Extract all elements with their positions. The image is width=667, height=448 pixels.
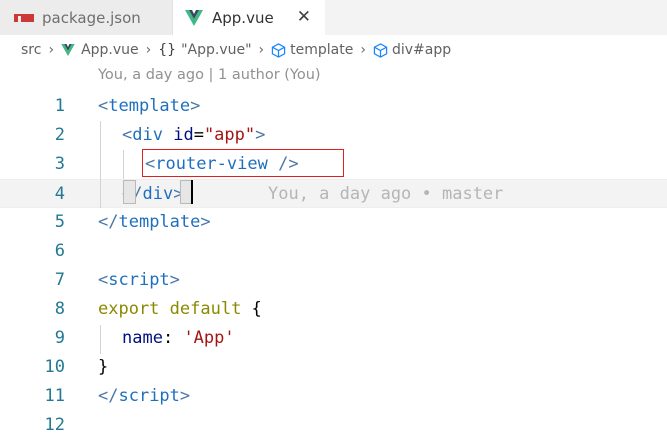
breadcrumb-element[interactable]: div#app: [392, 42, 451, 58]
git-blame-annotation: You, a day ago • master: [268, 184, 504, 204]
chevron-right-icon: ›: [145, 42, 152, 58]
line-number: 9: [54, 328, 65, 348]
line-number: 2: [54, 125, 65, 145]
breadcrumb-folder[interactable]: src: [21, 42, 41, 58]
breadcrumb-component[interactable]: "App.vue": [181, 42, 251, 58]
chevron-right-icon: ›: [48, 42, 55, 58]
git-codelens[interactable]: You, a day ago | 1 author (You): [98, 67, 321, 83]
code-line[interactable]: 1 <template>: [0, 92, 667, 121]
code-line[interactable]: 8 export default {: [0, 295, 667, 324]
chevron-right-icon: ›: [258, 42, 265, 58]
cube-icon: [271, 42, 286, 58]
line-number: 5: [54, 212, 65, 232]
vue-icon: [185, 9, 203, 26]
editor-tab-bar: package.json App.vue ✕: [0, 0, 667, 35]
breadcrumb-file[interactable]: App.vue: [81, 42, 139, 58]
line-number: 1: [54, 96, 65, 116]
line-text: }: [98, 357, 109, 377]
line-text: <script>: [98, 270, 180, 290]
line-number: 6: [54, 241, 65, 261]
code-line[interactable]: 10 }: [0, 353, 667, 382]
chevron-right-icon: ›: [360, 42, 366, 58]
close-icon[interactable]: ✕: [297, 7, 311, 27]
tab-label: package.json: [42, 8, 141, 27]
line-text: </script>: [98, 386, 191, 406]
tab-package-json[interactable]: package.json: [0, 0, 173, 35]
line-number: 11: [44, 386, 65, 406]
line-number: 3: [54, 154, 65, 174]
line-text: </template>: [98, 212, 211, 232]
code-line[interactable]: 7 <script>: [0, 266, 667, 295]
text-cursor: [191, 180, 193, 204]
line-text: <div id="app">: [122, 125, 266, 145]
npm-icon: [14, 13, 34, 22]
code-line[interactable]: 5 </template>: [0, 208, 667, 237]
indent-guide: [100, 121, 101, 208]
indent-guide: [123, 150, 124, 179]
code-line[interactable]: 11 </script>: [0, 382, 667, 411]
bracket-match-highlight: [123, 180, 136, 204]
breadcrumb: src › App.vue › {} "App.vue" › template …: [0, 35, 667, 65]
code-line[interactable]: 12: [0, 411, 667, 440]
braces-icon: {}: [158, 42, 177, 58]
line-number: 8: [54, 299, 65, 319]
line-number: 4: [54, 184, 65, 204]
tab-label: App.vue: [212, 8, 274, 27]
vue-icon: [61, 44, 75, 56]
line-number: 10: [44, 357, 65, 377]
line-text: name: 'App': [122, 328, 235, 348]
line-text: export default {: [98, 299, 262, 319]
breadcrumb-template[interactable]: template: [290, 42, 353, 58]
line-number: 7: [54, 270, 65, 290]
annotation-highlight-box: [142, 149, 344, 177]
line-number: 12: [44, 415, 65, 435]
indent-guide: [100, 325, 101, 354]
line-text: <template>: [98, 96, 201, 116]
code-line[interactable]: 6: [0, 237, 667, 266]
cube-icon: [373, 42, 388, 58]
tab-app-vue[interactable]: App.vue ✕: [173, 0, 325, 35]
